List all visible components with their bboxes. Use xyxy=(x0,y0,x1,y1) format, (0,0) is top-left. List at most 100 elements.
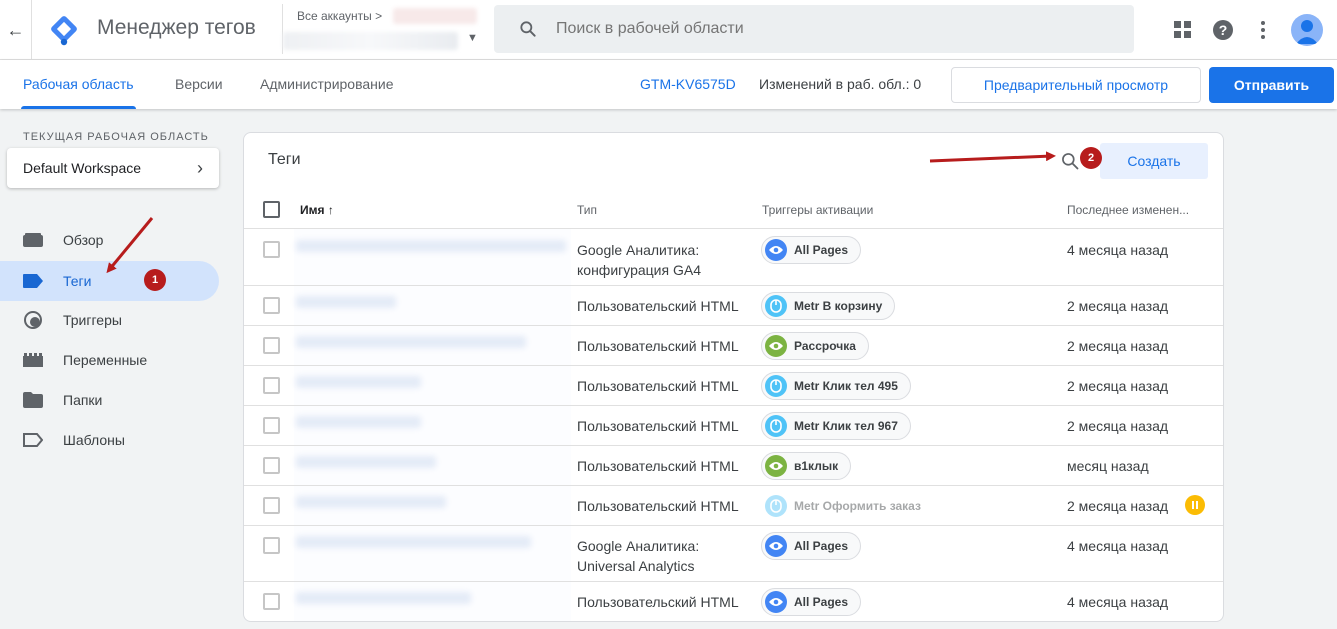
tab-admin[interactable]: Администрирование xyxy=(260,60,394,109)
trigger-label: в1клык xyxy=(794,459,839,473)
table-row[interactable]: Пользовательский HTML Рассрочка 2 месяца н… xyxy=(244,326,1223,366)
dropdown-caret-icon[interactable]: ▼ xyxy=(467,32,478,44)
chevron-right-icon: › xyxy=(197,157,203,178)
table-row[interactable]: Пользовательский HTML Metr Клик тел 495 2 … xyxy=(244,366,1223,406)
apps-grid-icon[interactable] xyxy=(1163,10,1203,50)
trigger-chip[interactable]: Metr Клик тел 967 xyxy=(761,412,911,440)
row-checkbox[interactable] xyxy=(263,537,280,554)
tag-name-redacted[interactable] xyxy=(296,296,396,308)
folder-icon xyxy=(22,390,44,410)
column-type-header[interactable]: Тип xyxy=(577,203,597,217)
search-icon xyxy=(520,21,536,37)
tag-name-redacted[interactable] xyxy=(296,336,526,348)
account-selector[interactable]: Все аккаунты > ▼ xyxy=(282,4,482,54)
tag-name-redacted[interactable] xyxy=(296,536,531,548)
row-checkbox[interactable] xyxy=(263,497,280,514)
last-changed-time: 4 месяца назад xyxy=(1067,538,1169,554)
sidebar-item-tags[interactable]: Теги xyxy=(0,261,219,301)
trigger-chip[interactable]: Metr В корзину xyxy=(761,292,896,320)
column-triggers-header[interactable]: Триггеры активации xyxy=(762,203,873,217)
table-row[interactable]: Пользовательский HTML Metr Клик тел 967 2 … xyxy=(244,406,1223,446)
last-changed-time: 4 месяца назад xyxy=(1067,594,1169,610)
click-trigger-icon xyxy=(765,375,787,397)
tag-type: Google Аналитика: конфигурация GA4 xyxy=(577,242,701,278)
sidebar-item-folders[interactable]: Папки xyxy=(0,380,219,420)
table-row[interactable]: Google Аналитика: конфигурация GA4 All Pa… xyxy=(244,230,1223,286)
submit-button[interactable]: Отправить xyxy=(1209,67,1334,103)
select-all-checkbox[interactable] xyxy=(263,201,280,218)
sidebar-item-variables[interactable]: Переменные xyxy=(0,340,219,380)
row-checkbox[interactable] xyxy=(263,417,280,434)
table-row[interactable]: Google Аналитика: Universal Analytics All… xyxy=(244,526,1223,582)
column-last-changed-header[interactable]: Последнее изменен... xyxy=(1067,203,1189,217)
row-checkbox[interactable] xyxy=(263,457,280,474)
sidebar-item-label: Обзор xyxy=(63,232,104,248)
container-name-redacted xyxy=(283,32,458,50)
table-row[interactable]: Пользовательский HTML в1клык месяц назад xyxy=(244,446,1223,486)
workspace-name: Default Workspace xyxy=(23,160,142,176)
row-checkbox[interactable] xyxy=(263,297,280,314)
trigger-chip[interactable]: Metr Оформить заказ xyxy=(761,492,934,520)
back-arrow-icon[interactable]: ← xyxy=(0,0,32,60)
trigger-chip[interactable]: Рассрочка xyxy=(761,332,869,360)
trigger-label: Рассрочка xyxy=(794,339,856,353)
annotation-badge-1: 1 xyxy=(144,269,166,291)
sidebar-item-label: Папки xyxy=(63,392,103,408)
last-changed-time: 2 месяца назад xyxy=(1067,338,1169,354)
trigger-label: Metr Клик тел 495 xyxy=(794,379,898,393)
trigger-chip[interactable]: Metr Клик тел 495 xyxy=(761,372,911,400)
trigger-chip[interactable]: в1клык xyxy=(761,452,852,480)
trigger-chip[interactable]: All Pages xyxy=(761,588,862,616)
row-checkbox[interactable] xyxy=(263,593,280,610)
top-app-bar: ← Менеджер тегов Все аккаунты > ▼ ? xyxy=(0,0,1337,60)
row-checkbox[interactable] xyxy=(263,377,280,394)
more-vert-icon[interactable] xyxy=(1243,10,1283,50)
container-id-link[interactable]: GTM-KV6575D xyxy=(640,60,736,109)
click-trigger-icon xyxy=(765,495,787,517)
tag-name-redacted[interactable] xyxy=(296,376,421,388)
account-name-redacted xyxy=(393,8,477,24)
column-name-header[interactable]: Имя ↑ xyxy=(300,203,334,217)
row-checkbox[interactable] xyxy=(263,337,280,354)
account-avatar[interactable] xyxy=(1291,14,1323,46)
row-checkbox[interactable] xyxy=(263,241,280,258)
tab-workspace[interactable]: Рабочая область xyxy=(21,60,136,109)
tag-name-redacted[interactable] xyxy=(296,456,436,468)
sidebar-item-label: Триггеры xyxy=(63,312,122,328)
top-icon-group: ? xyxy=(1163,0,1337,60)
tag-name-redacted[interactable] xyxy=(296,240,566,252)
paused-icon[interactable] xyxy=(1185,495,1205,515)
tag-name-redacted[interactable] xyxy=(296,416,421,428)
sidebar-item-label: Переменные xyxy=(63,352,148,368)
search-input[interactable] xyxy=(556,20,1056,38)
table-row[interactable]: Пользовательский HTML Metr В корзину 2 мес… xyxy=(244,286,1223,326)
trigger-chip[interactable]: All Pages xyxy=(761,532,862,560)
app-title: Менеджер тегов xyxy=(97,16,256,39)
preview-button[interactable]: Предварительный просмотр xyxy=(951,67,1201,103)
workspace-search[interactable] xyxy=(494,5,1134,53)
tab-versions[interactable]: Версии xyxy=(175,60,223,109)
sort-ascending-icon: ↑ xyxy=(327,203,334,217)
sidebar-item-triggers[interactable]: Триггеры xyxy=(0,300,219,340)
tag-name-redacted[interactable] xyxy=(296,496,446,508)
table-row[interactable]: Пользовательский HTML All Pages 4 месяца н… xyxy=(244,582,1223,621)
trigger-chip[interactable]: All Pages xyxy=(761,236,862,264)
last-changed-time: 2 месяца назад xyxy=(1067,298,1169,314)
last-changed-time: 2 месяца назад xyxy=(1067,378,1169,394)
sidebar-item-templates[interactable]: Шаблоны xyxy=(0,420,219,460)
trigger-label: Metr В корзину xyxy=(794,299,883,313)
help-icon[interactable]: ? xyxy=(1203,10,1243,50)
tag-type: Пользовательский HTML xyxy=(577,378,739,394)
trigger-label: All Pages xyxy=(794,595,849,609)
tag-type: Пользовательский HTML xyxy=(577,498,739,514)
tag-type: Пользовательский HTML xyxy=(577,338,739,354)
search-icon[interactable] xyxy=(1060,151,1080,171)
tag-name-redacted[interactable] xyxy=(296,592,471,604)
workspace-selector[interactable]: Default Workspace › xyxy=(7,148,219,188)
create-tag-button[interactable]: Создать xyxy=(1100,143,1208,179)
pageview-trigger-icon xyxy=(765,239,787,261)
overview-icon xyxy=(22,230,44,250)
tag-type: Google Аналитика: Universal Analytics xyxy=(577,538,700,574)
sidebar-item-overview[interactable]: Обзор xyxy=(0,220,219,260)
table-row[interactable]: Пользовательский HTML Metr Оформить заказ… xyxy=(244,486,1223,526)
